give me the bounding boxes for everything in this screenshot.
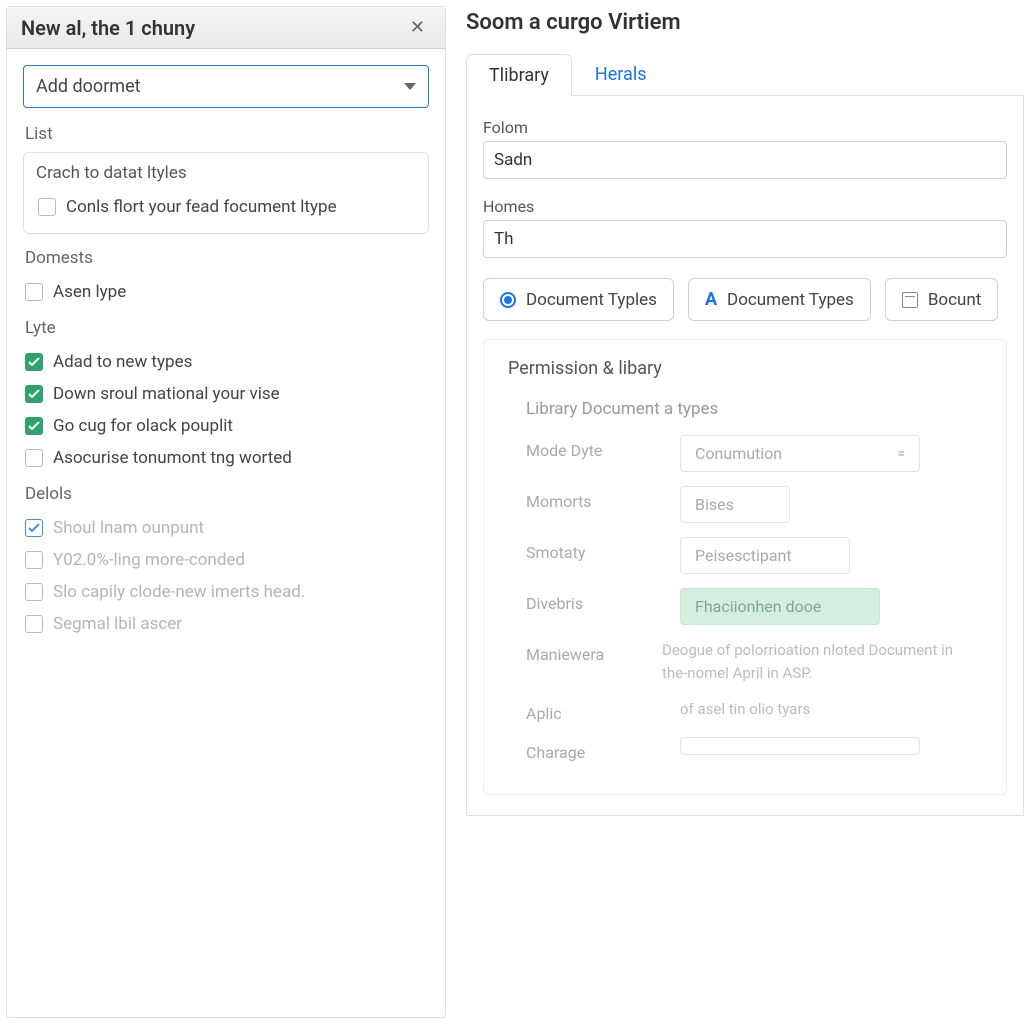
left-panel: New al, the 1 chuny ✕ Add doormet List C…: [6, 6, 446, 1018]
checkbox-label: Adad to new types: [53, 352, 192, 372]
perm-label: Smotaty: [526, 537, 656, 562]
checkbox-label: Shoul lnam ounpunt: [53, 518, 204, 538]
permission-subtitle: Library Document a types: [526, 399, 982, 419]
delols-item-3[interactable]: Segmal lbil ascer: [23, 608, 429, 640]
perm-value: Peisesctipant: [695, 546, 792, 565]
lyte-item-1[interactable]: Down sroul mational your vise: [23, 378, 429, 410]
checkbox-label: Slo capily clode-new imerts head.: [53, 582, 305, 602]
section-domests-label: Domests: [25, 248, 429, 268]
delols-item-2[interactable]: Slo capily clode-new imerts head.: [23, 576, 429, 608]
main-select[interactable]: Add doormet: [23, 65, 429, 108]
perm-label: Momorts: [526, 486, 656, 511]
checkbox-label: Go cug for olack pouplit: [53, 416, 233, 436]
radio-icon: [500, 292, 516, 308]
tab-herals[interactable]: Herals: [572, 53, 670, 95]
type-btn-label: Document Types: [727, 290, 854, 310]
type-btn-radio[interactable]: Document Typles: [483, 278, 674, 321]
folom-input[interactable]: [483, 141, 1007, 179]
list-box: Crach to datat ltyles Conls flort your f…: [23, 152, 429, 234]
checkbox-icon[interactable]: [25, 519, 43, 537]
chevron-down-icon: [404, 83, 416, 90]
select-label: Add doormet: [36, 76, 141, 97]
type-btn-label: Document Typles: [526, 290, 657, 310]
checkbox-label: Asocurise tonumont tng worted: [53, 448, 292, 468]
lyte-item-0[interactable]: Adad to new types: [23, 346, 429, 378]
perm-text: of asel tin olio tyars: [680, 698, 810, 721]
list-box-title: Crach to datat ltyles: [36, 163, 416, 183]
domests-item-0[interactable]: Asen lype: [23, 276, 429, 308]
folom-label: Folom: [483, 118, 1007, 137]
perm-value: Fhaciionhen dooe: [695, 597, 821, 616]
tab-tlibrary[interactable]: Tlibrary: [466, 54, 572, 96]
checkbox-label: Segmal lbil ascer: [53, 614, 182, 634]
delols-item-1[interactable]: Y02.0%-ling more-conded: [23, 544, 429, 576]
letter-a-icon: A: [705, 289, 717, 310]
permission-title: Permission & libary: [508, 358, 982, 379]
checkbox-icon[interactable]: [25, 551, 43, 569]
checkbox-icon[interactable]: [25, 615, 43, 633]
perm-label: Charage: [526, 737, 656, 762]
homes-input[interactable]: [483, 220, 1007, 258]
checkbox-icon[interactable]: [25, 583, 43, 601]
checkbox-icon[interactable]: [25, 283, 43, 301]
perm-label: Aplic: [526, 698, 656, 723]
perm-value: Bises: [695, 495, 734, 514]
perm-row-maniewera: Maniewera Deogue of polorrioation nloted…: [526, 639, 982, 684]
checkbox-icon[interactable]: [25, 417, 43, 435]
checkbox-icon[interactable]: [25, 385, 43, 403]
perm-select[interactable]: Conumution =: [680, 435, 920, 472]
perm-row-smotaty: Smotaty Peisesctipant: [526, 537, 982, 574]
permission-panel: Permission & libary Library Document a t…: [483, 339, 1007, 795]
section-lyte-label: Lyte: [25, 318, 429, 338]
perm-pill-highlight[interactable]: Fhaciionhen dooe: [680, 588, 880, 625]
checkbox-icon[interactable]: [38, 198, 56, 216]
type-btn-cal[interactable]: Bocunt: [885, 278, 999, 321]
tab-bar: Tlibrary Herals: [466, 53, 1024, 96]
section-list-label: List: [25, 124, 429, 144]
form-area: Folom Homes Document Typles A Document T…: [466, 96, 1024, 816]
lyte-item-2[interactable]: Go cug for olack pouplit: [23, 410, 429, 442]
perm-label: Maniewera: [526, 639, 638, 664]
perm-text: Deogue of polorrioation nloted Document …: [662, 639, 982, 684]
perm-value: Conumution: [695, 444, 782, 463]
lyte-item-3[interactable]: Asocurise tonumont tng worted: [23, 442, 429, 474]
perm-pill[interactable]: Peisesctipant: [680, 537, 850, 574]
permission-section: Library Document a types Mode Dyte Conum…: [508, 393, 982, 762]
section-delols-label: Delols: [25, 484, 429, 504]
perm-row-mode: Mode Dyte Conumution =: [526, 435, 982, 472]
right-panel: Soom a curgo Virtiem Tlibrary Herals Fol…: [452, 0, 1024, 1024]
panel-body: Add doormet List Crach to datat ltyles C…: [7, 49, 445, 656]
perm-label: Mode Dyte: [526, 435, 656, 460]
checkbox-label: Y02.0%-ling more-conded: [53, 550, 245, 570]
list-box-item[interactable]: Conls flort your fead focument ltype: [36, 191, 416, 223]
checkbox-icon[interactable]: [25, 353, 43, 371]
checkbox-label: Down sroul mational your vise: [53, 384, 280, 404]
panel-title: New al, the 1 chuny: [21, 16, 195, 40]
right-title: Soom a curgo Virtiem: [460, 10, 1024, 53]
perm-row-aplic: Aplic of asel tin olio tyars: [526, 698, 982, 723]
delols-item-0[interactable]: Shoul lnam ounpunt: [23, 512, 429, 544]
type-btn-a[interactable]: A Document Types: [688, 278, 871, 321]
panel-header: New al, the 1 chuny ✕: [7, 7, 445, 49]
perm-row-charage: Charage: [526, 737, 982, 762]
checkbox-label: Asen lype: [53, 282, 126, 302]
perm-label: Divebris: [526, 588, 656, 613]
type-button-row: Document Typles A Document Types Bocunt: [483, 278, 1007, 321]
close-icon[interactable]: ✕: [404, 15, 431, 40]
perm-row-divebris: Divebris Fhaciionhen dooe: [526, 588, 982, 625]
calendar-icon: [902, 292, 918, 308]
perm-pill[interactable]: Bises: [680, 486, 790, 523]
perm-select[interactable]: [680, 737, 920, 755]
perm-row-momorts: Momorts Bises: [526, 486, 982, 523]
type-btn-label: Bocunt: [928, 290, 982, 310]
checkbox-icon[interactable]: [25, 449, 43, 467]
homes-label: Homes: [483, 197, 1007, 216]
checkbox-label: Conls flort your fead focument ltype: [66, 197, 337, 217]
equals-icon: =: [897, 446, 905, 462]
